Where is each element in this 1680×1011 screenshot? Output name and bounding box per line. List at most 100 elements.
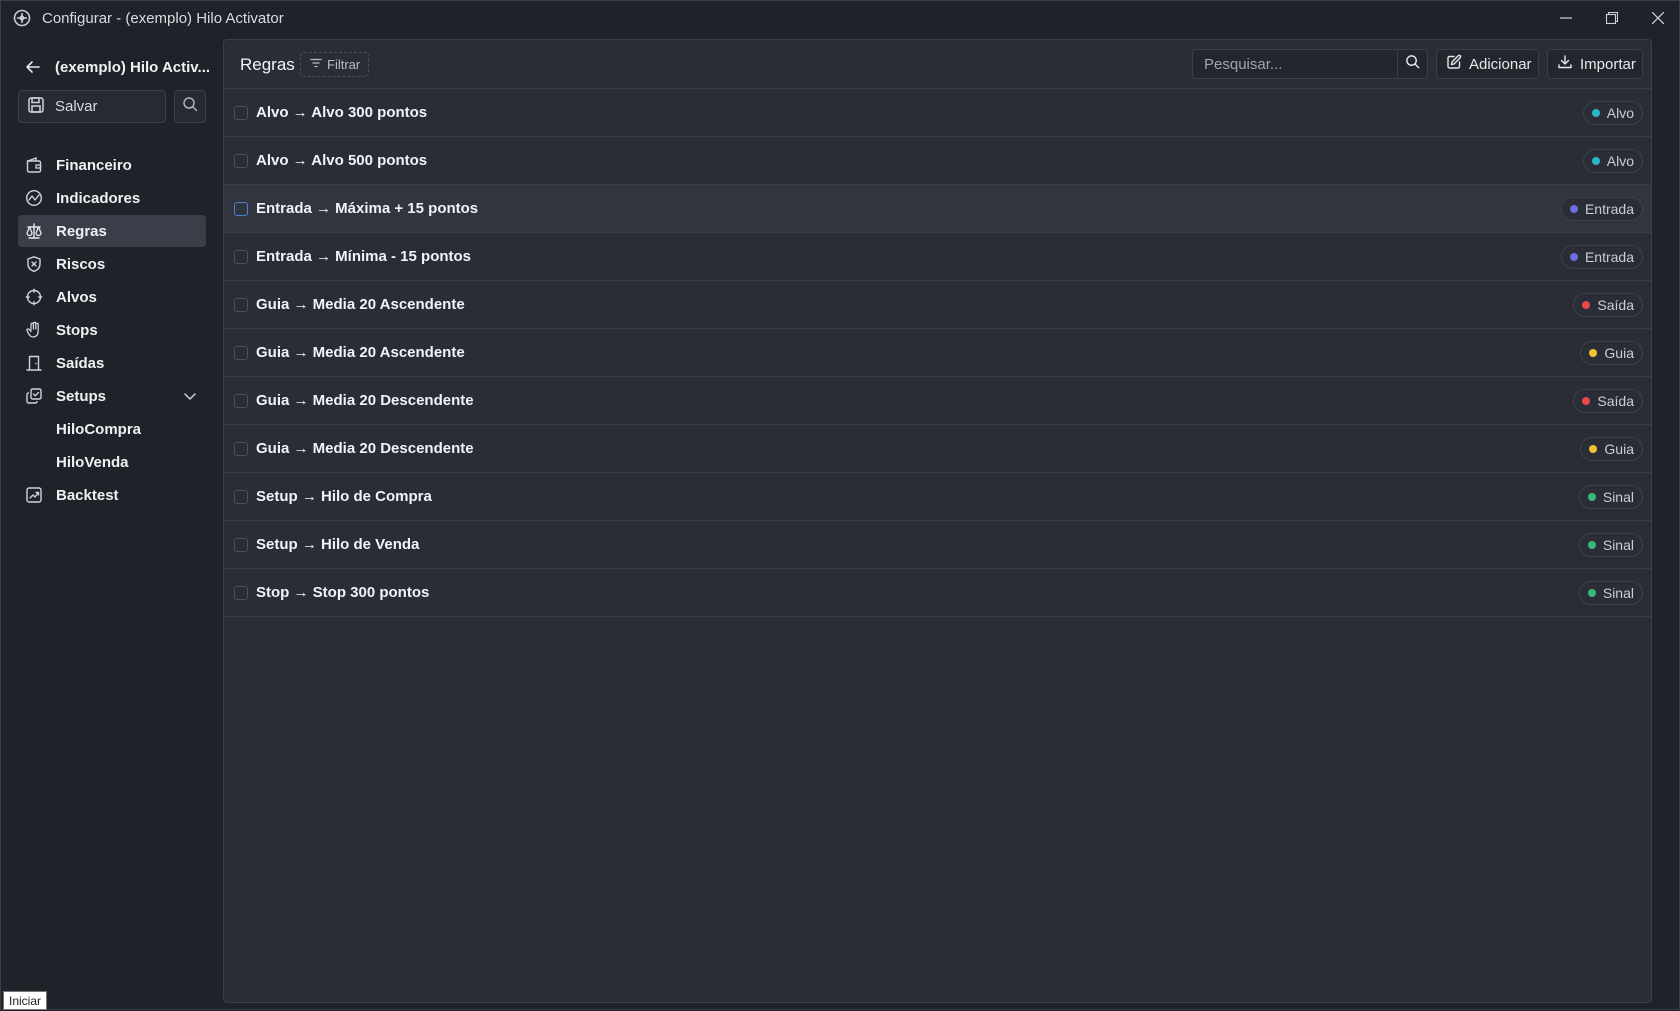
badge-label: Entrada: [1584, 249, 1634, 265]
badge-dot: [1591, 109, 1600, 117]
badge-dot: [1582, 397, 1591, 405]
rule-name: Alvo → Alvo 500 pontos: [256, 152, 428, 169]
window-title: Configurar - (exemplo) Hilo Activator: [42, 9, 284, 27]
table-row[interactable]: Alvo → Alvo 300 pontos Alvo: [224, 89, 1651, 137]
wallet-icon: [24, 155, 44, 175]
table-row[interactable]: Guia → Media 20 Ascendente Saída: [224, 281, 1651, 329]
crosshair-icon: [24, 287, 44, 307]
row-checkbox[interactable]: [234, 586, 248, 600]
rule-name: Setup → Hilo de Compra: [256, 488, 432, 505]
row-checkbox[interactable]: [234, 346, 248, 360]
badge-label: Guia: [1604, 345, 1634, 361]
badge-label: Saída: [1597, 297, 1634, 313]
rule-name: Guia → Media 20 Descendente: [256, 392, 474, 409]
rules-panel: Regras Filtrar Adicionar: [223, 39, 1652, 1003]
row-checkbox[interactable]: [234, 442, 248, 456]
title-bar: Configurar - (exemplo) Hilo Activator: [1, 1, 1680, 35]
sidebar-search-button[interactable]: [174, 90, 206, 123]
back-navigation[interactable]: (exemplo) Hilo Activ...: [23, 55, 213, 79]
table-row[interactable]: Guia → Media 20 Descendente Guia: [224, 425, 1651, 473]
badge-dot: [1589, 349, 1598, 357]
row-checkbox[interactable]: [234, 298, 248, 312]
import-button[interactable]: Importar: [1547, 49, 1643, 79]
filter-button[interactable]: Filtrar: [300, 52, 369, 77]
rule-name: Guia → Media 20 Ascendente: [256, 344, 465, 361]
row-checkbox[interactable]: [234, 490, 248, 504]
scale-icon: [24, 221, 44, 241]
status-badge: Sinal: [1578, 581, 1643, 605]
status-badge: Sinal: [1578, 485, 1643, 509]
sidebar-nav: Financeiro Indicadores Regras Riscos Alv…: [18, 149, 206, 512]
status-badge: Entrada: [1560, 197, 1643, 221]
sidebar-item-backtest[interactable]: Backtest: [18, 479, 206, 511]
search-button[interactable]: [1397, 49, 1428, 79]
sidebar-item-label: Stops: [56, 321, 98, 339]
rule-name: Guia → Media 20 Descendente: [256, 440, 474, 457]
sidebar-item-saidas[interactable]: Saídas: [18, 347, 206, 379]
table-row[interactable]: Entrada → Mínima - 15 pontos Entrada: [224, 233, 1651, 281]
chevron-down-icon[interactable]: [182, 388, 198, 404]
rule-name: Stop → Stop 300 pontos: [256, 584, 430, 601]
rules-toolbar: Regras Filtrar Adicionar: [224, 40, 1651, 89]
sidebar-subitem-hilovenda[interactable]: HiloVenda: [18, 446, 206, 478]
badge-dot: [1569, 205, 1578, 213]
table-row[interactable]: Setup → Hilo de Venda Sinal: [224, 521, 1651, 569]
start-tooltip: Iniciar: [3, 991, 48, 1010]
status-badge: Entrada: [1560, 245, 1643, 269]
save-label: Salvar: [55, 98, 98, 115]
badge-label: Saída: [1597, 393, 1634, 409]
copy-check-icon: [24, 386, 44, 406]
row-checkbox[interactable]: [234, 106, 248, 120]
table-row[interactable]: Setup → Hilo de Compra Sinal: [224, 473, 1651, 521]
sidebar-item-riscos[interactable]: Riscos: [18, 248, 206, 280]
window-controls: [1543, 1, 1680, 35]
sidebar-item-setups[interactable]: Setups: [18, 380, 206, 412]
rules-list: Alvo → Alvo 300 pontos Alvo Alvo → Alvo …: [224, 89, 1651, 617]
sidebar-item-label: Regras: [56, 222, 107, 240]
badge-dot: [1587, 493, 1596, 501]
search-input[interactable]: [1193, 50, 1397, 78]
add-button[interactable]: Adicionar: [1436, 49, 1539, 79]
import-label: Importar: [1580, 55, 1636, 73]
search-icon: [182, 96, 198, 117]
filter-label: Filtrar: [327, 57, 361, 72]
download-icon: [1557, 54, 1573, 74]
save-icon: [27, 96, 45, 118]
sidebar-item-indicadores[interactable]: Indicadores: [18, 182, 206, 214]
hand-icon: [24, 320, 44, 340]
status-badge: Guia: [1580, 341, 1643, 365]
close-button[interactable]: [1635, 1, 1680, 35]
search-field[interactable]: [1192, 49, 1397, 79]
table-row[interactable]: Stop → Stop 300 pontos Sinal: [224, 569, 1651, 617]
rule-name: Setup → Hilo de Venda: [256, 536, 420, 553]
sidebar-item-regras[interactable]: Regras: [18, 215, 206, 247]
badge-dot: [1569, 253, 1578, 261]
app-logo-icon: [12, 8, 32, 28]
table-row[interactable]: Alvo → Alvo 500 pontos Alvo: [224, 137, 1651, 185]
status-badge: Alvo: [1582, 149, 1643, 173]
row-checkbox[interactable]: [234, 538, 248, 552]
table-row[interactable]: Entrada → Máxima + 15 pontos Entrada: [224, 185, 1651, 233]
sidebar-item-label: Indicadores: [56, 189, 141, 207]
sidebar-subitem-hilocompra[interactable]: HiloCompra: [18, 413, 206, 445]
sidebar-item-alvos[interactable]: Alvos: [18, 281, 206, 313]
project-title: (exemplo) Hilo Activ...: [55, 58, 211, 76]
save-button[interactable]: Salvar: [18, 90, 166, 123]
row-checkbox[interactable]: [234, 250, 248, 264]
table-row[interactable]: Guia → Media 20 Ascendente Guia: [224, 329, 1651, 377]
badge-label: Sinal: [1602, 537, 1634, 553]
restore-button[interactable]: [1589, 1, 1635, 35]
sidebar-item-label: Backtest: [56, 486, 119, 504]
row-checkbox[interactable]: [234, 202, 248, 216]
sidebar-item-financeiro[interactable]: Financeiro: [18, 149, 206, 181]
table-row[interactable]: Guia → Media 20 Descendente Saída: [224, 377, 1651, 425]
rule-name: Entrada → Mínima - 15 pontos: [256, 248, 472, 265]
status-badge: Saída: [1573, 389, 1643, 413]
row-checkbox[interactable]: [234, 394, 248, 408]
arrow-left-icon[interactable]: [23, 57, 43, 77]
minimize-button[interactable]: [1543, 1, 1589, 35]
row-checkbox[interactable]: [234, 154, 248, 168]
sidebar-item-stops[interactable]: Stops: [18, 314, 206, 346]
door-icon: [24, 353, 44, 373]
badge-label: Entrada: [1584, 201, 1634, 217]
